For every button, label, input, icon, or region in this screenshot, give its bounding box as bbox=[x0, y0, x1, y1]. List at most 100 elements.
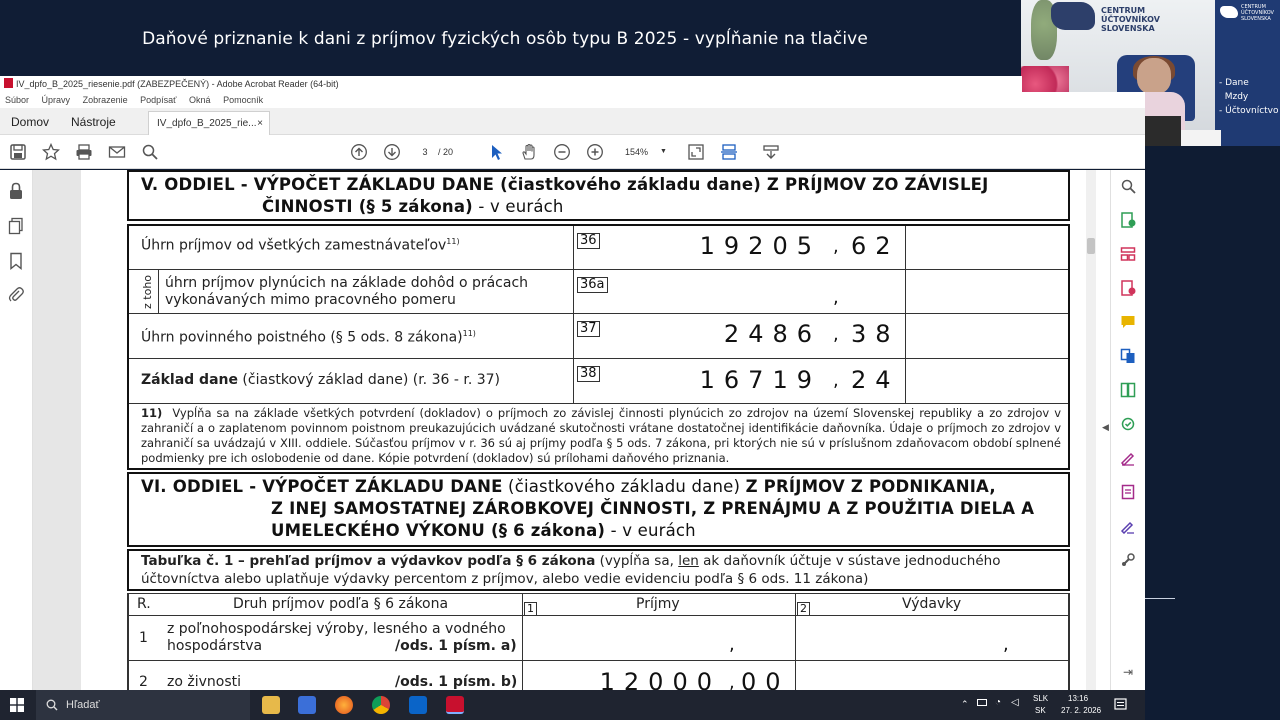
row-36a-tag: 36a bbox=[577, 277, 608, 293]
attachments-icon[interactable] bbox=[8, 286, 24, 304]
clock-time[interactable]: 13:16 bbox=[1068, 694, 1088, 703]
firefox-icon[interactable] bbox=[335, 696, 353, 714]
select-cursor-icon[interactable] bbox=[488, 143, 506, 161]
combine-files-icon[interactable] bbox=[1120, 348, 1136, 364]
table-1-row1-label-line1: z poľnohospodárskej výroby, lesného a vo… bbox=[167, 621, 506, 637]
page-number-input[interactable]: 3 bbox=[412, 144, 438, 160]
page-total: / 20 bbox=[438, 147, 454, 157]
notifications-icon[interactable] bbox=[1114, 698, 1127, 711]
table-1-header-line bbox=[127, 615, 1070, 616]
table-1-title-line1: Tabuľka č. 1 – prehľad príjmov a výdavko… bbox=[141, 553, 1000, 569]
menu-sign[interactable]: Podpísať bbox=[140, 95, 176, 105]
row-37-integer[interactable]: 2486 bbox=[701, 320, 821, 348]
organize-pages-icon[interactable] bbox=[1120, 246, 1136, 262]
email-icon[interactable] bbox=[108, 143, 126, 161]
bookmark-star-icon[interactable] bbox=[42, 143, 60, 161]
taskbar-search-field[interactable]: Hľadať bbox=[36, 690, 250, 720]
row-36-decimal[interactable]: 62 bbox=[851, 232, 897, 260]
taskbar-search-placeholder: Hľadať bbox=[66, 699, 100, 711]
webcam-monitor bbox=[1139, 116, 1181, 146]
menu-bar: Súbor Úpravy Zobrazenie Podpísať Okná Po… bbox=[0, 92, 1145, 108]
bookmarks-icon[interactable] bbox=[8, 252, 24, 270]
create-pdf-icon[interactable] bbox=[1120, 280, 1136, 296]
table-1-col-r: R. bbox=[137, 596, 151, 612]
row-37-decimal[interactable]: 38 bbox=[851, 320, 897, 348]
tab-document[interactable]: IV_dpfo_B_2025_rie... × bbox=[148, 111, 270, 135]
hand-tool-icon[interactable] bbox=[520, 143, 538, 161]
clock-date[interactable]: 27. 2. 2026 bbox=[1061, 706, 1101, 715]
table-1-col-divider bbox=[795, 593, 796, 690]
table-1-col-expenses: Výdavky bbox=[902, 596, 962, 612]
windows-start-icon[interactable] bbox=[10, 698, 24, 712]
row-36a-label-line1: úhrn príjmov plynúcich na základe dohôd … bbox=[165, 275, 529, 291]
file-explorer-icon[interactable] bbox=[262, 696, 280, 714]
table-1-title-bold: Tabuľka č. 1 – prehľad príjmov a výdavko… bbox=[141, 553, 596, 569]
protect-icon[interactable] bbox=[1120, 416, 1136, 432]
section-v-title-line2: ČINNOSTI (§ 5 zákona) - v eurách bbox=[262, 197, 564, 216]
print-icon[interactable] bbox=[75, 143, 93, 161]
table-1-title-text-b: ak daňovník účtuje v sústave jednoduchéh… bbox=[698, 553, 1001, 569]
row-38-decimal[interactable]: 24 bbox=[851, 366, 897, 394]
menu-window[interactable]: Okná bbox=[189, 95, 211, 105]
collapse-right-icon[interactable]: ◀ bbox=[1102, 422, 1109, 433]
tab-home[interactable]: Domov bbox=[11, 115, 49, 129]
export-pdf-icon[interactable] bbox=[1120, 212, 1136, 228]
menu-edit[interactable]: Úpravy bbox=[42, 95, 71, 105]
table-1-row2-income-decimal[interactable]: 00 bbox=[741, 668, 787, 690]
zoom-in-icon[interactable] bbox=[586, 143, 604, 161]
footnote-11-text: Vypĺňa sa na základe všetkých potvrdení … bbox=[141, 406, 1062, 465]
save-disk-app-icon[interactable] bbox=[298, 696, 316, 714]
more-tools-icon[interactable] bbox=[1120, 552, 1136, 568]
table-1-row1-num: 1 bbox=[139, 630, 148, 646]
row-divider bbox=[129, 269, 1068, 270]
row-36-label-text: Úhrn príjmov od všetkých zamestnávateľov bbox=[141, 237, 447, 254]
window-title: IV_dpfo_B_2025_riesenie.pdf (ZABEZPEČENÝ… bbox=[16, 79, 339, 89]
lock-icon[interactable] bbox=[8, 182, 24, 200]
menu-help[interactable]: Pomocník bbox=[223, 95, 263, 105]
comment-icon[interactable] bbox=[1120, 314, 1136, 330]
row-36-label: Úhrn príjmov od všetkých zamestnávateľov… bbox=[141, 237, 460, 254]
keyboard-layout[interactable]: SK bbox=[1035, 706, 1046, 715]
read-mode-icon[interactable] bbox=[762, 143, 780, 161]
table-1-col1-tag: 1 bbox=[524, 602, 537, 616]
chrome-icon[interactable] bbox=[372, 696, 390, 714]
previous-page-icon[interactable] bbox=[350, 143, 368, 161]
table-1-col2-tag: 2 bbox=[797, 602, 810, 616]
row-37-footnote-ref: 11) bbox=[462, 329, 476, 338]
expand-pane-icon[interactable]: ⇥ bbox=[1123, 665, 1133, 679]
company-logo bbox=[1051, 2, 1095, 30]
fit-page-icon[interactable] bbox=[687, 143, 705, 161]
zoom-level-select[interactable]: 154% ▼ bbox=[618, 144, 670, 160]
wifi-icon[interactable]: ◔ bbox=[995, 697, 1001, 708]
volume-icon[interactable]: ◁ bbox=[1011, 697, 1019, 708]
request-signature-icon[interactable] bbox=[1120, 518, 1136, 534]
table-1-row2-ods: /ods. 1 písm. b) bbox=[395, 674, 518, 690]
outlook-icon[interactable] bbox=[409, 696, 427, 714]
scroll-mode-icon[interactable] bbox=[720, 143, 738, 161]
edit-pdf-icon[interactable] bbox=[1120, 484, 1136, 500]
scrollbar-thumb[interactable] bbox=[1087, 238, 1095, 254]
language-code[interactable]: SLK bbox=[1033, 694, 1048, 703]
search-icon[interactable] bbox=[141, 143, 159, 161]
tab-close-icon[interactable]: × bbox=[257, 112, 263, 135]
page-thumbnails-icon[interactable] bbox=[8, 217, 24, 235]
row-38-integer[interactable]: 16719 bbox=[671, 366, 821, 394]
tab-tools[interactable]: Nástroje bbox=[71, 115, 116, 129]
toolbar: 3 / 20 154% ▼ bbox=[0, 135, 1145, 169]
table-1-row2-income-integer[interactable]: 12000 bbox=[571, 668, 721, 690]
menu-view[interactable]: Zobrazenie bbox=[83, 95, 128, 105]
zoom-out-icon[interactable] bbox=[553, 143, 571, 161]
search-tool-icon[interactable] bbox=[1120, 178, 1136, 194]
row-36-integer[interactable]: 19205 bbox=[671, 232, 821, 260]
battery-icon[interactable] bbox=[977, 699, 987, 706]
acrobat-taskbar-icon[interactable] bbox=[446, 696, 464, 714]
fill-sign-icon[interactable] bbox=[1120, 450, 1136, 466]
menu-file[interactable]: Súbor bbox=[5, 95, 29, 105]
table-1-col-income: Príjmy bbox=[636, 596, 680, 612]
save-icon[interactable] bbox=[9, 143, 27, 161]
next-page-icon[interactable] bbox=[383, 143, 401, 161]
compare-files-icon[interactable] bbox=[1120, 382, 1136, 398]
windows-taskbar: Hľadať ⌃ ◔ ◁ SLK SK 13:16 27. 2. 2026 bbox=[0, 690, 1145, 720]
table-1-title-line2: účtovníctva alebo uplatňuje výdavky perc… bbox=[141, 571, 869, 587]
tray-overflow-icon[interactable]: ⌃ bbox=[961, 699, 969, 710]
